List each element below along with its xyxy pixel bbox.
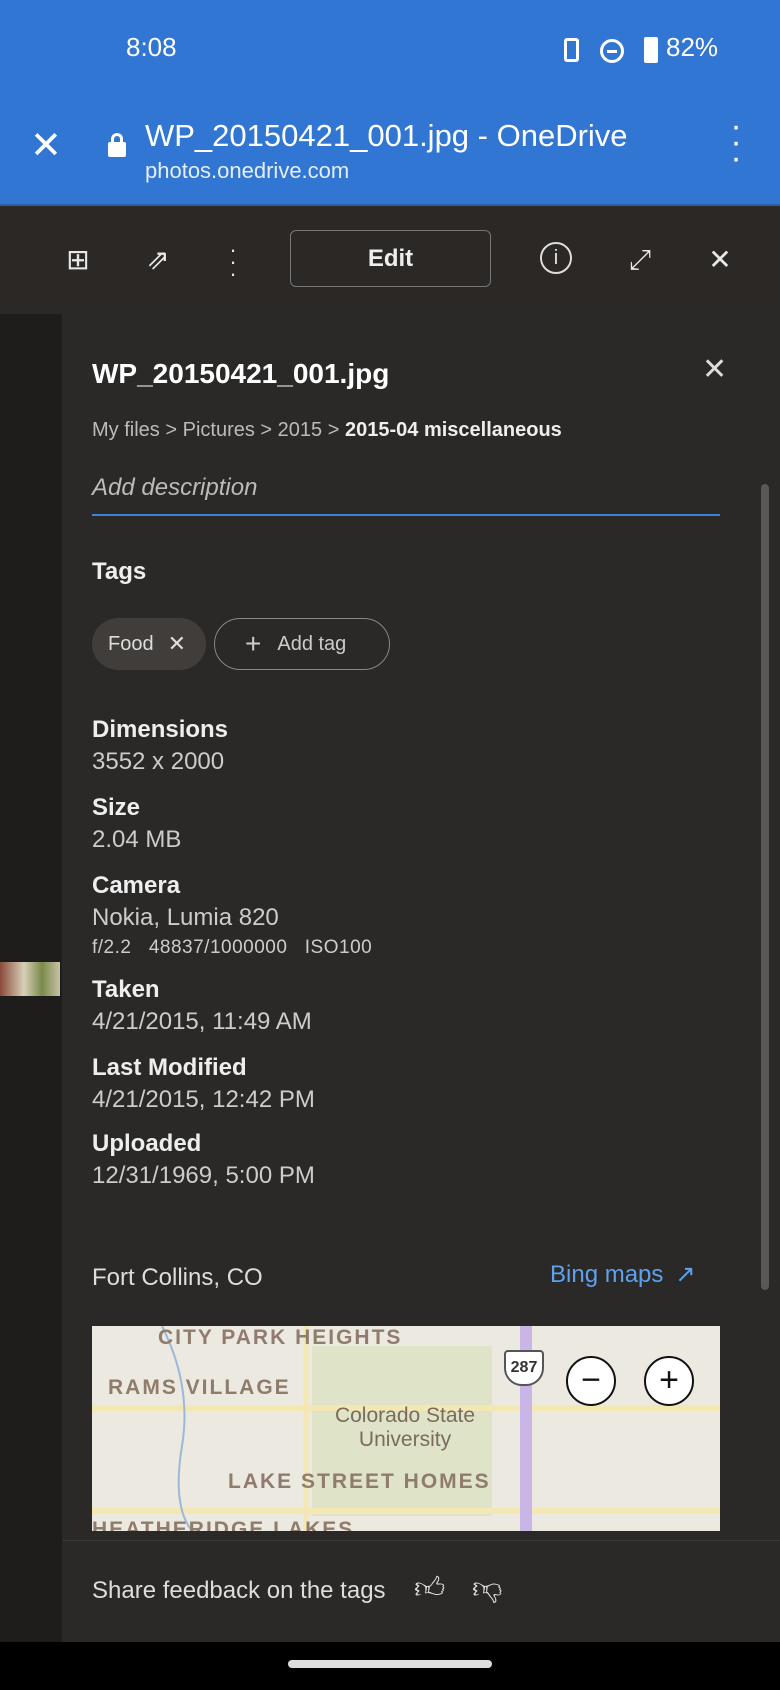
zoom-out-button[interactable]: − (566, 1356, 616, 1406)
size-value: 2.04 MB (92, 826, 182, 853)
add-to-album-icon[interactable]: ⊞ (58, 242, 98, 278)
size-label: Size (92, 794, 141, 821)
edit-button[interactable]: Edit (290, 230, 491, 287)
breadcrumb-current: 2015-04 miscellaneous (344, 419, 562, 441)
add-tag-label: Add tag (277, 632, 347, 655)
breadcrumb-separator: > (165, 419, 178, 441)
map-label: LAKE STREET HOMES (228, 1470, 491, 1493)
breadcrumb-item[interactable]: Pictures (183, 419, 255, 441)
feedback-text: Share feedback on the tags (92, 1577, 386, 1604)
dimensions-value: 3552 x 2000 (92, 748, 225, 775)
map-label: RAMS VILLAGE (108, 1376, 291, 1399)
plus-icon: + (245, 628, 262, 659)
phone-icon (564, 38, 579, 62)
modified-value: 4/21/2015, 12:42 PM (92, 1086, 315, 1113)
taken-label: Taken (92, 976, 160, 1003)
battery-icon (644, 37, 658, 63)
browser-menu-icon[interactable]: · · · (726, 109, 746, 175)
tag-chip: Food ✕ (92, 618, 206, 670)
location-map[interactable]: CITY PARK HEIGHTS RAMS VILLAGE Colorado … (92, 1326, 720, 1531)
tag-label: Food (108, 632, 154, 655)
home-gesture-handle[interactable] (288, 1660, 492, 1668)
thumbs-up-icon[interactable]: 👍︎ (414, 1571, 445, 1607)
map-label: CITY PARK HEIGHTS (158, 1326, 403, 1349)
share-icon[interactable]: ⇗ (138, 242, 178, 278)
page-title: WP_20150421_001.jpg - OneDrive (145, 118, 628, 153)
status-bar: 8:08 82% (0, 0, 780, 96)
bing-maps-link[interactable]: Bing maps ↗ (550, 1260, 696, 1289)
panel-scrollbar[interactable] (761, 484, 769, 1290)
map-label: Colorado State University (334, 1404, 476, 1451)
breadcrumb: My files > Pictures > 2015 > 2015-04 mis… (92, 419, 562, 442)
aperture: f/2.2 (92, 937, 132, 958)
zoom-in-button[interactable]: + (644, 1356, 694, 1406)
clock: 8:08 (126, 32, 177, 62)
description-field[interactable]: Add description (92, 474, 720, 516)
breadcrumb-separator: > (260, 419, 273, 441)
thumbs-down-icon[interactable]: 👎︎ (472, 1571, 502, 1607)
info-icon[interactable]: i (540, 242, 572, 274)
breadcrumb-separator: > (327, 419, 340, 441)
uploaded-value: 12/31/1969, 5:00 PM (92, 1162, 315, 1189)
uploaded-label: Uploaded (92, 1130, 202, 1157)
viewer-toolbar: ⊞ ⇗ · · · Edit i ⤢ ✕ (0, 206, 780, 314)
dimensions-label: Dimensions (92, 716, 229, 743)
browser-url-bar: ✕ WP_20150421_001.jpg - OneDrive photos.… (0, 96, 780, 206)
lock-icon (108, 133, 126, 157)
breadcrumb-item[interactable]: 2015 (278, 419, 323, 441)
system-nav-bar (0, 1642, 780, 1690)
iso: ISO100 (304, 937, 373, 958)
do-not-disturb-icon (600, 39, 624, 63)
map-label: HEATHERIDGE LAKES (92, 1518, 355, 1531)
modified-label: Last Modified (92, 1054, 247, 1081)
taken-value: 4/21/2015, 11:49 AM (92, 1008, 312, 1035)
breadcrumb-item[interactable]: My files (92, 419, 160, 441)
close-tab-icon[interactable]: ✕ (30, 126, 62, 166)
highway-shield: 287 (504, 1350, 544, 1386)
remove-tag-icon[interactable]: ✕ (168, 631, 186, 657)
description-placeholder: Add description (92, 474, 258, 501)
page-url[interactable]: photos.onedrive.com (145, 158, 349, 184)
exposure: 48837/1000000 (148, 937, 288, 958)
camera-label: Camera (92, 872, 181, 899)
exif-info: f/2.2 48837/1000000 ISO100 (92, 937, 372, 959)
fullscreen-icon[interactable]: ⤢ (620, 242, 660, 278)
bing-maps-label: Bing maps (550, 1261, 664, 1288)
tags-label: Tags (92, 558, 147, 585)
camera-value: Nokia, Lumia 820 (92, 904, 279, 931)
location: Fort Collins, CO (92, 1264, 263, 1291)
more-options-icon[interactable]: · · · (213, 239, 253, 285)
photo-thumbnail[interactable] (0, 962, 60, 996)
close-viewer-icon[interactable]: ✕ (700, 242, 740, 278)
add-tag-button[interactable]: + Add tag (214, 618, 390, 670)
battery-level: 82% (666, 32, 719, 62)
file-name: WP_20150421_001.jpg (92, 358, 390, 389)
close-panel-icon[interactable]: ✕ (702, 352, 727, 387)
external-link-icon: ↗ (675, 1261, 696, 1288)
feedback-bar: Share feedback on the tags 👍︎ 👎︎ (62, 1540, 780, 1642)
river (161, 1326, 193, 1531)
